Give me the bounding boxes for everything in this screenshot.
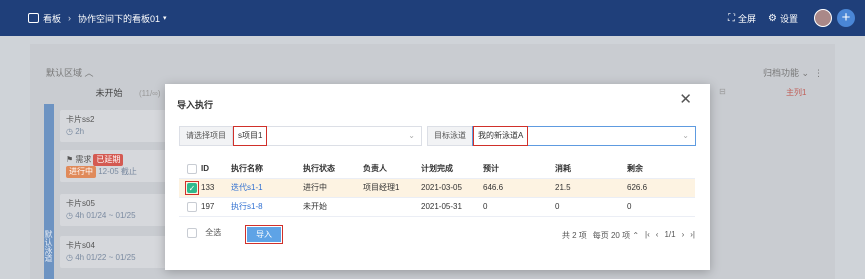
archive-menu[interactable]: 归档功能 ⌄ ⋮	[763, 66, 823, 79]
execution-table: ID 执行名称 执行状态 负责人 计划完成 预计 消耗 剩余 ✓ 133 迭代s…	[179, 160, 695, 217]
cell-remaining: 0	[627, 197, 695, 217]
clock-icon: ◷	[66, 211, 73, 220]
top-bar: 看板 › 协作空间下的看板01 ▾ ⛶ 全屏 ⚙ 设置 +	[0, 0, 865, 36]
next-page-icon[interactable]: ›	[682, 230, 685, 241]
cell-due: 2021-03-05	[421, 178, 483, 198]
avatar[interactable]	[814, 9, 832, 27]
lane-filter: 目标泳道 我的新泳道A ⌄	[427, 126, 696, 146]
chevron-right-icon: ›	[68, 13, 72, 23]
add-button[interactable]: +	[837, 9, 855, 27]
header-checkbox[interactable]	[187, 163, 197, 174]
board-icon	[28, 13, 39, 23]
prev-page-icon[interactable]: ‹	[656, 230, 659, 241]
project-filter: 请选择项目 s项目1 ⌄	[179, 126, 422, 146]
clock-icon: ◷	[66, 127, 73, 136]
breadcrumb-board[interactable]: 协作空间下的看板01	[78, 12, 160, 25]
dialog-title: 导入执行	[177, 100, 214, 110]
table-row[interactable]: ✓ 133 迭代s1-1 进行中 项目经理1 2021-03-05 646.6 …	[179, 178, 695, 198]
settings-label: 设置	[779, 13, 798, 24]
status-badge: 已延期	[93, 154, 124, 166]
cell-consumed: 21.5	[555, 178, 627, 198]
last-page-icon[interactable]: ›|	[690, 230, 695, 241]
row-checkbox[interactable]: ✓	[187, 182, 197, 193]
page-size-select[interactable]: 每页 20 项 ⌃	[593, 230, 639, 241]
col-name: 执行名称	[231, 160, 303, 179]
column-collapse-icon[interactable]: ⊟	[719, 87, 726, 96]
settings-button[interactable]: ⚙ 设置	[768, 12, 798, 25]
cell-owner	[363, 197, 421, 217]
breadcrumb: 看板 › 协作空间下的看板01 ▾	[28, 12, 167, 25]
requirement-icon: ⚑	[66, 155, 74, 164]
col-due: 计划完成	[421, 160, 483, 179]
table-row[interactable]: 197 执行s1-8 未开始 2021-05-31 0 0 0	[179, 197, 695, 217]
lane-label: 默认泳道	[44, 104, 54, 279]
status-badge: 进行中	[66, 166, 96, 178]
cell-owner: 项目经理1	[363, 178, 421, 198]
dialog-footer: 全选 导入 共 2 项 每页 20 项 ⌃ |‹ ‹ 1/1 › ›|	[179, 225, 695, 245]
import-dialog: 导入执行 ✕ 请选择项目 s项目1 ⌄ 目标泳道 我的新泳道A ⌄ ID 执行名…	[165, 84, 710, 270]
cell-estimate: 646.6	[483, 178, 555, 198]
table-header: ID 执行名称 执行状态 负责人 计划完成 预计 消耗 剩余	[179, 160, 695, 179]
col-owner: 负责人	[363, 160, 421, 179]
column-count: 11/∞	[141, 89, 158, 98]
cell-status: 进行中	[303, 178, 363, 198]
total-count: 共 2 项	[561, 231, 587, 240]
close-icon[interactable]: ✕	[679, 92, 692, 107]
row-checkbox[interactable]	[187, 201, 197, 212]
chevron-down-icon: ⌄	[682, 131, 689, 140]
chevron-up-icon: ︿	[84, 68, 94, 78]
region-title[interactable]: 默认区域 ︿	[46, 66, 94, 79]
cell-estimate: 0	[483, 197, 555, 217]
project-select[interactable]: s项目1 ⌄	[232, 126, 422, 146]
import-button-label: 导入	[247, 227, 281, 242]
select-all-label: 全选	[205, 228, 222, 237]
col-status: 执行状态	[303, 160, 363, 179]
fullscreen-label: 全屏	[738, 13, 757, 24]
col-estimate: 预计	[483, 160, 555, 179]
cell-id: 197	[201, 197, 231, 217]
col-id: ID	[201, 160, 231, 179]
first-page-icon[interactable]: |‹	[645, 230, 650, 241]
breadcrumb-root[interactable]: 看板	[43, 12, 61, 25]
clock-icon: ◷	[66, 253, 73, 262]
right-column-label: 主列1	[786, 88, 807, 97]
lane-value: 我的新泳道A	[473, 126, 529, 146]
lane-label: 目标泳道	[427, 126, 472, 146]
page-indicator: 1/1	[664, 230, 676, 239]
chevron-down-icon: ⌄	[408, 131, 415, 140]
import-button[interactable]: 导入	[245, 225, 283, 244]
execution-link[interactable]: 执行s1-8	[231, 202, 263, 211]
cell-remaining: 626.6	[627, 178, 695, 198]
chevron-down-icon[interactable]: ▾	[163, 14, 167, 22]
cell-due: 2021-05-31	[421, 197, 483, 217]
execution-link[interactable]: 迭代s1-1	[231, 183, 263, 192]
fullscreen-button[interactable]: ⛶ 全屏	[728, 12, 756, 25]
fullscreen-icon: ⛶	[728, 12, 735, 24]
select-all-checkbox[interactable]	[187, 227, 197, 238]
cell-status: 未开始	[303, 197, 363, 217]
lane-select[interactable]: 我的新泳道A ⌄	[472, 126, 696, 146]
column-title: 未开始	[95, 88, 123, 98]
project-label: 请选择项目	[179, 126, 232, 146]
col-consumed: 消耗	[555, 160, 627, 179]
gear-icon: ⚙	[768, 12, 777, 24]
cell-consumed: 0	[555, 197, 627, 217]
row-checkbox-frame: ✓	[185, 180, 199, 195]
pagination: 共 2 项 每页 20 项 ⌃ |‹ ‹ 1/1 › ›|	[562, 230, 695, 241]
project-value: s项目1	[233, 126, 268, 146]
cell-id: 133	[201, 178, 231, 198]
col-remaining: 剩余	[627, 160, 695, 179]
